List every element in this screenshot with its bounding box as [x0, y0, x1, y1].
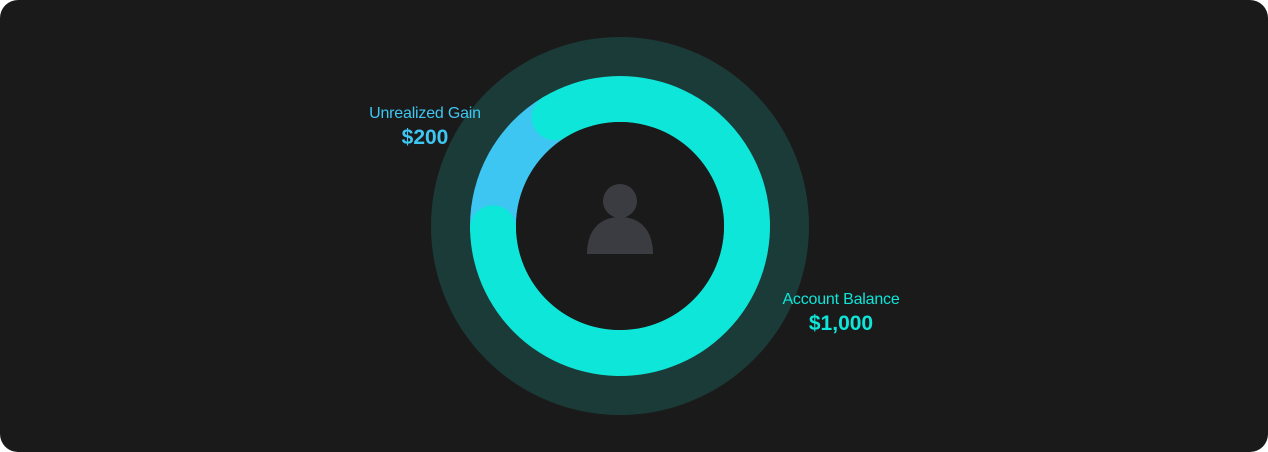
- slice-account-balance-end-cap: [470, 205, 517, 252]
- account-balance-label: Account Balance $1,000: [772, 290, 910, 338]
- slice-account-balance-cap: [531, 94, 578, 141]
- unrealized-gain-caption: Unrealized Gain: [369, 105, 481, 122]
- user-icon-head: [603, 184, 637, 218]
- unrealized-gain-value: $200: [401, 126, 449, 149]
- chart-card: Unrealized Gain $200 Account Balance $1,…: [0, 0, 1268, 452]
- account-balance-caption: Account Balance: [782, 291, 900, 308]
- donut-chart: [431, 37, 809, 415]
- account-balance-value: $1,000: [808, 312, 874, 335]
- unrealized-gain-label: Unrealized Gain $200: [360, 104, 490, 152]
